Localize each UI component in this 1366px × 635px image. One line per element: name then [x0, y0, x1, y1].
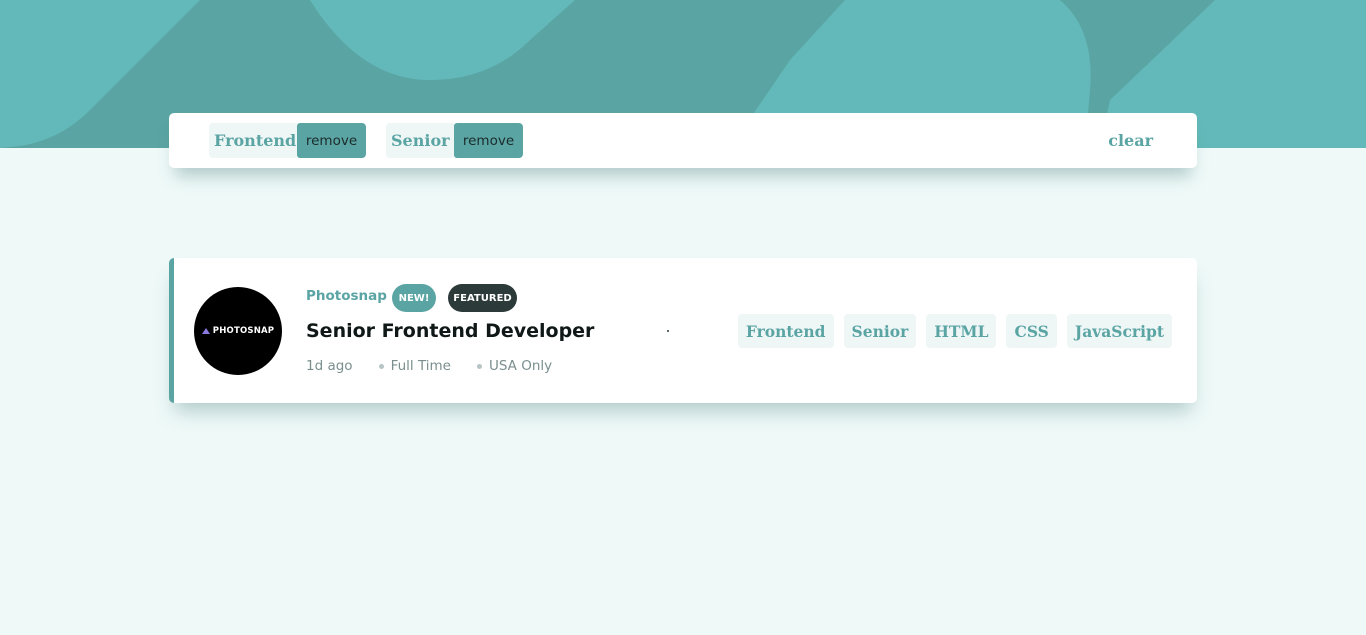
tag-html[interactable]: HTML	[926, 314, 997, 348]
tag-frontend[interactable]: Frontend	[737, 314, 834, 348]
tag-javascript[interactable]: JavaScript	[1066, 314, 1172, 348]
dot-separator-icon	[378, 363, 384, 369]
featured-badge: FEATURED	[448, 284, 517, 312]
tag-css[interactable]: CSS	[1006, 314, 1057, 348]
remove-filter-button[interactable]: remove	[297, 123, 366, 158]
job-card: PHOTOSNAP Photosnap NEW! FEATURED Senior…	[169, 258, 1197, 403]
filter-chip-senior: Senior remove	[386, 123, 523, 158]
contract-type: Full Time	[390, 358, 451, 374]
new-badge: NEW!	[392, 284, 436, 312]
filter-chip-label: Frontend	[209, 123, 297, 158]
filter-bar: Frontend remove Senior remove clear	[169, 113, 1197, 168]
stray-dot	[667, 330, 669, 332]
job-location: USA Only	[488, 358, 553, 374]
clear-filters-link[interactable]: clear	[1108, 131, 1153, 150]
dot-separator-icon	[476, 363, 482, 369]
logo-text: PHOTOSNAP	[212, 326, 275, 336]
company-logo: PHOTOSNAP	[194, 287, 282, 375]
remove-filter-button[interactable]: remove	[454, 123, 523, 158]
job-meta: 1d ago Full Time USA Only	[306, 358, 552, 374]
job-tags: Frontend Senior HTML CSS JavaScript	[737, 314, 1172, 348]
photosnap-logo-icon	[201, 328, 210, 334]
posted-at: 1d ago	[306, 358, 353, 374]
tag-senior[interactable]: Senior	[843, 314, 917, 348]
company-name: Photosnap	[306, 288, 387, 304]
filter-chip-label: Senior	[386, 123, 454, 158]
filter-chip-frontend: Frontend remove	[209, 123, 366, 158]
job-title[interactable]: Senior Frontend Developer	[306, 320, 594, 342]
